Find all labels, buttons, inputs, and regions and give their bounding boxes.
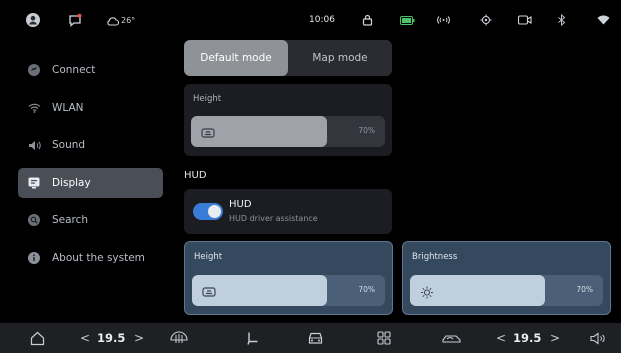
hud-section-label: HUD xyxy=(184,170,207,181)
sidebar-item-about-system[interactable]: About the system xyxy=(18,243,163,273)
lock-icon xyxy=(362,12,373,28)
right-temp-decrease-button[interactable]: < xyxy=(496,330,506,346)
right-temperature: 19.5 xyxy=(513,331,542,345)
height-card: Height 70% xyxy=(184,84,392,156)
sidebar-item-search[interactable]: Search xyxy=(18,205,163,235)
hud-toggle-card: HUD HUD driver assistance xyxy=(184,189,392,234)
info-icon xyxy=(27,251,41,265)
sidebar-item-label: About the system xyxy=(52,252,145,264)
seat-height-icon xyxy=(201,125,215,138)
sidebar-item-label: Sound xyxy=(52,139,86,151)
car-icon[interactable] xyxy=(307,330,324,346)
default-mode-button[interactable]: Default mode xyxy=(184,40,288,76)
left-temp-decrease-button[interactable]: < xyxy=(80,330,90,346)
hud-height-slider-value: 70% xyxy=(358,285,375,294)
height-slider-value: 70% xyxy=(358,126,375,135)
sidebar-item-display[interactable]: Display xyxy=(18,168,163,198)
mode-selector: Default mode Map mode xyxy=(184,40,392,76)
message-notification-icon[interactable] xyxy=(68,12,82,28)
hud-brightness-slider[interactable]: 70% xyxy=(410,275,603,306)
sidebar-item-label: Display xyxy=(52,177,91,189)
hud-height-card: Height 70% xyxy=(184,241,393,315)
sidebar-item-sound[interactable]: Sound xyxy=(18,130,163,160)
brightness-sun-icon xyxy=(420,284,434,299)
bottom-control-bar: < 19.5 > < 19.5 > xyxy=(0,323,621,353)
left-temperature: 19.5 xyxy=(97,331,126,345)
volume-icon[interactable] xyxy=(590,330,606,346)
user-avatar-icon[interactable] xyxy=(26,12,40,28)
signal-broadcast-icon xyxy=(436,12,451,28)
bluetooth-icon xyxy=(557,12,566,28)
hud-toggle-subtitle: HUD driver assistance xyxy=(229,214,318,223)
cloud-icon xyxy=(106,11,120,30)
home-icon[interactable] xyxy=(30,330,45,346)
left-temp-increase-button[interactable]: > xyxy=(134,330,144,346)
battery-icon xyxy=(400,12,415,28)
hud-toggle-title: HUD xyxy=(229,199,252,210)
wifi-signal-icon xyxy=(597,12,610,28)
display-icon xyxy=(27,176,41,190)
sidebar-item-wlan[interactable]: WLAN xyxy=(18,93,163,123)
map-mode-button[interactable]: Map mode xyxy=(288,40,392,76)
height-card-title: Height xyxy=(193,94,222,104)
connect-icon xyxy=(27,63,41,77)
search-icon xyxy=(27,213,41,227)
speaker-icon xyxy=(27,138,41,152)
apps-grid-icon[interactable] xyxy=(377,330,391,346)
status-bar: 26° 10:06 xyxy=(0,0,621,40)
hud-height-title: Height xyxy=(194,252,223,262)
hud-brightness-title: Brightness xyxy=(412,252,458,262)
sidebar-item-label: WLAN xyxy=(52,102,84,114)
hud-brightness-slider-value: 70% xyxy=(576,285,593,294)
hud-height-slider[interactable]: 70% xyxy=(192,275,385,306)
seat-height-icon xyxy=(202,284,216,297)
hud-toggle-switch[interactable] xyxy=(193,203,223,220)
air-circulation-icon[interactable] xyxy=(441,330,463,346)
rear-defrost-icon[interactable] xyxy=(170,330,188,346)
weather-temperature: 26° xyxy=(121,15,136,25)
wifi-icon xyxy=(27,101,41,115)
sidebar-item-label: Search xyxy=(52,214,89,226)
sidebar-item-connect[interactable]: Connect xyxy=(18,55,163,85)
location-target-icon xyxy=(480,12,492,28)
hud-toggle-knob xyxy=(208,205,221,218)
sidebar-item-label: Connect xyxy=(52,64,96,76)
clock: 10:06 xyxy=(309,15,335,25)
height-slider[interactable]: 70% xyxy=(191,116,385,147)
seat-icon[interactable] xyxy=(246,330,260,346)
hud-brightness-card: Brightness 70% xyxy=(402,241,611,315)
camera-icon xyxy=(518,12,532,28)
weather-widget[interactable]: 26° xyxy=(106,12,135,28)
right-temp-increase-button[interactable]: > xyxy=(550,330,560,346)
